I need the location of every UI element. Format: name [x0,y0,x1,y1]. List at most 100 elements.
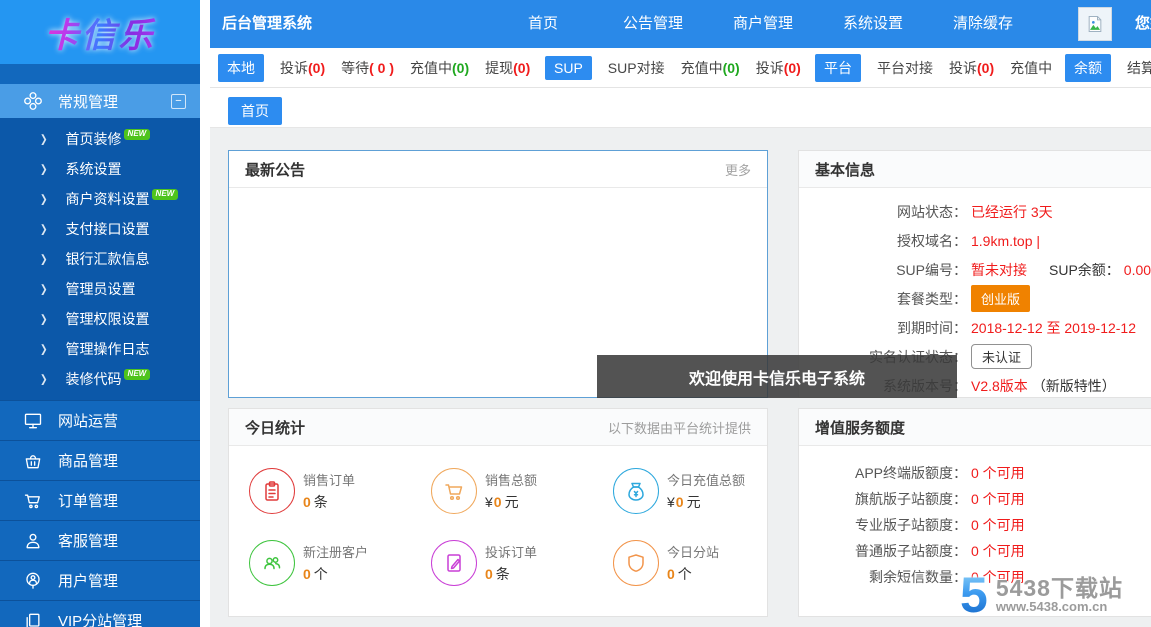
sidebar-section-user-management[interactable]: 用户管理 [0,560,200,600]
sidebar-item-merchant-profile[interactable]: ❯ 商户资料设置 NEW [0,184,200,214]
status-item-platform-complaints[interactable]: 投诉(0) [949,58,994,78]
chevron-right-icon: ❯ [40,162,48,175]
sidebar-item-label: 银行汇款信息 [66,249,150,269]
sidebar-section-label: VIP分站管理 [58,610,142,627]
status-item-settlement-records[interactable]: 结算记 [1127,58,1151,78]
info-row-package-type: 套餐类型： 创业版 [799,284,1151,313]
info-row-licensed-domain: 授权域名： 1.9km.top | [799,226,1151,255]
sidebar-section-label: 网站运营 [58,410,118,431]
sidebar-item-admin-permissions[interactable]: ❯ 管理权限设置 [0,304,200,334]
sidebar-item-bank-transfer-info[interactable]: ❯ 银行汇款信息 [0,244,200,274]
startup-edition-button[interactable]: 创业版 [971,285,1030,312]
sidebar-item-payment-interface[interactable]: ❯ 支付接口设置 [0,214,200,244]
chevron-right-icon: ❯ [40,372,48,385]
today-stats-panel: 今日统计 以下数据由平台统计提供 销售订单 0条 销售总额 ¥0元 [228,408,768,617]
vas-quota-title: 增值服务额度 [815,417,905,438]
watermark-logo: 5 [960,570,988,620]
cart-icon [22,490,44,512]
top-nav: 后台管理系统 首页 公告管理 商户管理 系统设置 清除缓存 您好 [210,0,1151,48]
nav-item-merchant-management[interactable]: 商户管理 [733,0,793,48]
status-group-platform: 平台 平台对接 投诉(0) 充值中 [815,48,1052,88]
stats-source-note: 以下数据由平台统计提供 [608,418,751,437]
vas-row-standard: 普通版子站额度： 0 个可用 [799,538,1151,564]
more-link[interactable]: 更多 [725,160,751,179]
chevron-right-icon: ❯ [40,282,48,295]
info-row-site-status: 网站状态： 已经运行 3天 [799,197,1151,226]
nav-item-home[interactable]: 首页 [528,0,558,48]
sidebar-section-website-operation[interactable]: 网站运营 [0,400,200,440]
sidebar-section-general-management[interactable]: 常规管理 − [0,84,200,118]
status-item-recharging[interactable]: 充值中(0) [410,58,469,78]
stat-today-substations: 今日分站 0个 [613,540,789,586]
vas-row-flagship: 旗航版子站额度： 0 个可用 [799,486,1151,512]
chevron-right-icon: ❯ [40,222,48,235]
vas-row-professional: 专业版子站额度： 0 个可用 [799,512,1151,538]
watermark-site-name: 5438下载站 [996,576,1123,600]
stat-new-customers: 新注册客户 0个 [249,540,431,586]
platform-badge[interactable]: 平台 [815,54,861,82]
avatar[interactable] [1078,7,1112,41]
basket-icon [22,450,44,472]
sidebar-section-label: 客服管理 [58,530,118,551]
people-icon [249,540,295,586]
sidebar-item-admin-logs[interactable]: ❯ 管理操作日志 [0,334,200,364]
status-item-platform-recharging[interactable]: 充值中 [1010,58,1052,78]
person-icon [22,530,44,552]
status-item-sup-complaints[interactable]: 投诉(0) [756,58,801,78]
stats-grid: 销售订单 0条 销售总额 ¥0元 今日充值总额 ¥0 [229,446,767,586]
new-badge: NEW [152,189,179,200]
sidebar-item-label: 支付接口设置 [66,219,150,239]
status-group-sup: SUP SUP对接 充值中(0) 投诉(0) [545,48,801,88]
status-group-balance: 余额 结算记 [1065,48,1151,88]
sidebar-item-label: 装修代码 [66,369,122,389]
today-stats-header: 今日统计 以下数据由平台统计提供 [229,409,767,446]
admin-dashboard: 卡信乐 常规管理 − ❯ 首页装修 NEW ❯ 系统设置 ❯ 商户资料设置 N [0,0,1151,627]
user-greeting: 您好 [1135,0,1151,48]
basic-info-header: 基本信息 [799,151,1151,188]
watermark: 5 5438下载站 www.5438.com.cn [960,570,1123,620]
status-bar: 本地 投诉(0) 等待( 0 ) 充值中(0) 提现(0) SUP SUP对接 … [210,48,1151,88]
status-item-complaints[interactable]: 投诉(0) [280,58,325,78]
sidebar-item-home-decoration[interactable]: ❯ 首页装修 NEW [0,124,200,154]
sidebar-section-label: 商品管理 [58,450,118,471]
stat-today-recharge-total: 今日充值总额 ¥0元 [613,468,789,514]
status-item-sup-recharging[interactable]: 充值中(0) [681,58,740,78]
chevron-right-icon: ❯ [40,312,48,325]
sidebar-item-admin-settings[interactable]: ❯ 管理员设置 [0,274,200,304]
nav-item-system-settings[interactable]: 系统设置 [843,0,903,48]
moneybag-icon [613,468,659,514]
chevron-right-icon: ❯ [40,252,48,265]
chevron-right-icon: ❯ [40,192,48,205]
sidebar-item-label: 系统设置 [66,159,122,179]
nav-item-announcement-management[interactable]: 公告管理 [623,0,683,48]
sidebar-section-label: 订单管理 [58,490,118,511]
collapse-minus-icon[interactable]: − [171,94,186,109]
status-item-sup-connect[interactable]: SUP对接 [608,58,665,78]
clover-icon [22,90,44,112]
breadcrumb-home-tab[interactable]: 首页 [228,97,282,125]
sidebar-section-customer-service[interactable]: 客服管理 [0,520,200,560]
sidebar-section-order-management[interactable]: 订单管理 [0,480,200,520]
nav-item-clear-cache[interactable]: 清除缓存 [953,0,1013,48]
layout-divider [200,0,210,627]
today-stats-title: 今日统计 [245,417,305,438]
sup-badge[interactable]: SUP [545,56,592,80]
complaint-doc-icon [431,540,477,586]
sidebar-section-vip-substation[interactable]: VIP分站管理 [0,600,200,627]
unverified-button[interactable]: 未认证 [971,344,1032,369]
user-pin-icon [22,570,44,592]
new-features-link[interactable]: （新版特性） [1032,376,1116,396]
breadcrumb: 首页 [210,88,1151,128]
local-badge[interactable]: 本地 [218,54,264,82]
sidebar-section-product-management[interactable]: 商品管理 [0,440,200,480]
logo: 卡信乐 [0,0,200,64]
chevron-right-icon: ❯ [40,132,48,145]
sidebar-item-label: 管理员设置 [66,279,136,299]
status-item-withdraw[interactable]: 提现(0) [485,58,530,78]
pages-icon [22,610,44,627]
status-item-waiting[interactable]: 等待( 0 ) [341,58,394,78]
balance-badge[interactable]: 余额 [1065,54,1111,82]
status-item-platform-connect[interactable]: 平台对接 [877,58,933,78]
sidebar-item-decoration-code[interactable]: ❯ 装修代码 NEW [0,364,200,394]
sidebar-item-system-settings[interactable]: ❯ 系统设置 [0,154,200,184]
